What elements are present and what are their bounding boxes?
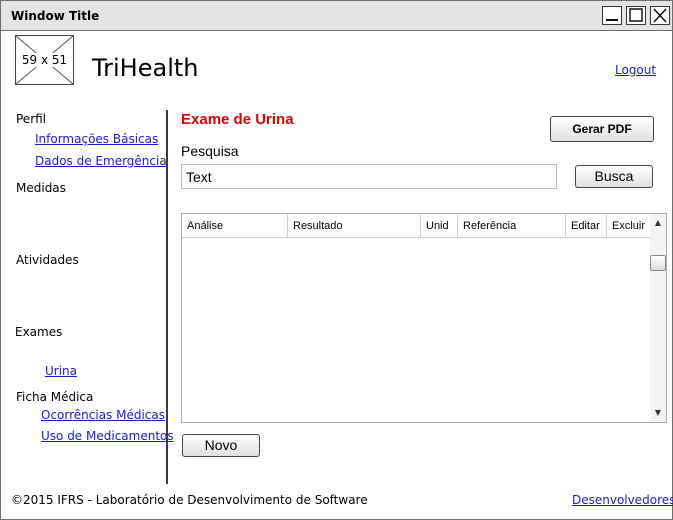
page-title: Exame de Urina (181, 111, 294, 128)
sidebar-item-ocorrencias-medicas[interactable]: Ocorrências Médicas (41, 408, 165, 422)
generate-pdf-button[interactable]: Gerar PDF (550, 116, 654, 142)
scroll-up-arrow-icon[interactable]: ▲ (650, 217, 666, 229)
results-table: Análise Resultado Unid Referência Editar… (181, 213, 667, 423)
logo-placeholder: 59 x 51 (15, 35, 74, 85)
search-label: Pesquisa (181, 143, 239, 159)
column-header-editar[interactable]: Editar (566, 214, 607, 237)
minimize-icon (606, 19, 618, 21)
sidebar-section-medidas: Medidas (16, 181, 66, 195)
sidebar-item-uso-medicamentos[interactable]: Uso de Medicamentos (41, 429, 174, 443)
column-header-resultado[interactable]: Resultado (288, 214, 421, 237)
close-button[interactable] (650, 6, 670, 25)
column-header-excluir[interactable]: Excluir (607, 214, 650, 237)
sidebar-item-urina[interactable]: Urina (45, 364, 77, 378)
sidebar-item-dados-emergencia[interactable]: Dados de Emergência (35, 154, 167, 168)
app-window: Window Title 59 x 51 TriHealth Logout Pe… (0, 0, 673, 520)
table-header: Análise Resultado Unid Referência Editar… (182, 214, 650, 238)
new-button[interactable]: Novo (182, 434, 260, 457)
table-scrollbar[interactable]: ▲ ▼ (650, 214, 666, 422)
maximize-icon (629, 8, 643, 22)
sidebar-section-ficha-medica: Ficha Médica (16, 390, 94, 404)
column-header-analise[interactable]: Análise (182, 214, 288, 237)
search-input[interactable] (181, 164, 557, 189)
sidebar-item-informacoes-basicas[interactable]: Informações Básicas (35, 132, 158, 146)
column-header-referencia[interactable]: Referência (458, 214, 566, 237)
column-header-unid[interactable]: Unid (421, 214, 458, 237)
title-bar: Window Title (1, 1, 672, 31)
developers-link[interactable]: Desenvolvedores (572, 493, 673, 507)
sidebar-section-perfil: Perfil (16, 112, 47, 126)
app-name: TriHealth (92, 54, 199, 82)
scroll-thumb[interactable] (650, 255, 666, 271)
search-button[interactable]: Busca (575, 165, 653, 188)
sidebar-section-exames: Exames (15, 325, 63, 339)
sidebar-divider (166, 110, 168, 484)
logo-label: 59 x 51 (19, 53, 70, 67)
sidebar-section-atividades: Atividades (16, 253, 79, 267)
logout-link[interactable]: Logout (615, 63, 656, 77)
close-icon (653, 8, 667, 23)
scroll-down-arrow-icon[interactable]: ▼ (650, 407, 666, 419)
maximize-button[interactable] (626, 6, 646, 25)
minimize-button[interactable] (602, 6, 622, 25)
footer-copyright: ©2015 IFRS - Laboratório de Desenvolvime… (11, 493, 368, 507)
window-title: Window Title (11, 9, 100, 23)
